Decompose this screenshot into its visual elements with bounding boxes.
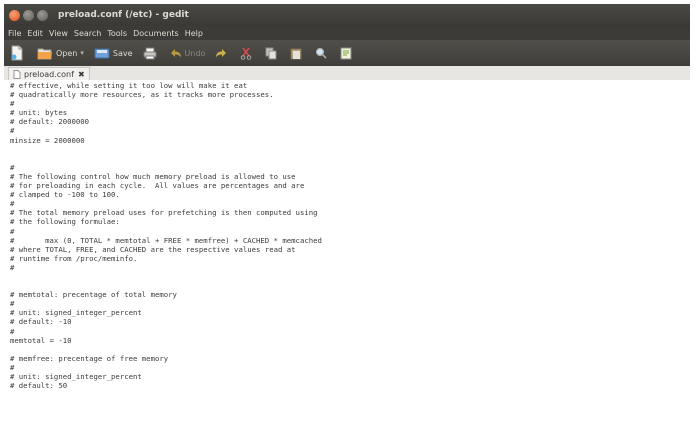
editor-line[interactable]: # memtotal: precentage of total memory: [10, 290, 690, 299]
paste-icon: [290, 48, 302, 59]
editor-line[interactable]: #: [10, 199, 690, 208]
editor-line[interactable]: [10, 154, 690, 163]
redo-button[interactable]: [215, 48, 230, 59]
editor-line[interactable]: minsize = 2000000: [10, 136, 690, 145]
undo-button[interactable]: Undo: [170, 48, 206, 59]
editor-line[interactable]: # unit: signed_integer_percent: [10, 308, 690, 317]
editor-line[interactable]: #: [10, 299, 690, 308]
undo-label: Undo: [184, 48, 206, 58]
menu-file[interactable]: File: [8, 29, 21, 38]
save-label: Save: [112, 48, 133, 58]
editor-line[interactable]: # effective, while setting it too low wi…: [10, 81, 690, 90]
editor-line[interactable]: #: [10, 99, 690, 108]
editor-line[interactable]: #: [10, 263, 690, 272]
cut-button[interactable]: [240, 47, 255, 60]
editor-line[interactable]: memtotal = -10: [10, 336, 690, 345]
copy-button[interactable]: [265, 47, 280, 60]
editor-line[interactable]: # unit: bytes: [10, 108, 690, 117]
editor-line[interactable]: # memfree: precentage of free memory: [10, 354, 690, 363]
search-icon: [316, 47, 328, 59]
open-dropdown-icon[interactable]: ▾: [80, 49, 84, 57]
editor-line[interactable]: #: [10, 163, 690, 172]
document-icon: [13, 69, 21, 79]
tab-preload-conf[interactable]: preload.conf ✖: [8, 67, 90, 80]
menu-search[interactable]: Search: [74, 29, 101, 38]
paste-button[interactable]: [290, 47, 305, 60]
close-tab-icon[interactable]: ✖: [78, 70, 85, 79]
editor-line[interactable]: #: [10, 363, 690, 372]
undo-icon: [170, 48, 181, 57]
text-editor-area[interactable]: # effective, while setting it too low wi…: [4, 80, 690, 436]
editor-line[interactable]: # where TOTAL, FREE, and CACHED are the …: [10, 245, 690, 254]
print-button[interactable]: [143, 47, 160, 60]
replace-button[interactable]: [340, 47, 356, 60]
cut-icon: [241, 47, 252, 60]
save-button[interactable]: Save: [94, 47, 133, 59]
menu-help[interactable]: Help: [185, 29, 203, 38]
editor-line[interactable]: # the following formulae:: [10, 217, 690, 226]
editor-line[interactable]: # default: -10: [10, 317, 690, 326]
menu-bar: File Edit View Search Tools Documents He…: [4, 26, 690, 40]
window-title: preload.conf (/etc) - gedit: [58, 10, 189, 20]
gedit-window: preload.conf (/etc) - gedit File Edit Vi…: [4, 4, 690, 436]
copy-icon: [265, 47, 277, 59]
redo-icon: [216, 48, 227, 57]
editor-line[interactable]: # max (0, TOTAL * memtotal + FREE * memf…: [10, 236, 690, 245]
find-replace-icon: [340, 47, 352, 59]
editor-line[interactable]: # quadratically more resources, as it tr…: [10, 90, 690, 99]
document-tab-bar: preload.conf ✖: [4, 66, 690, 81]
maximize-window-icon[interactable]: [37, 9, 48, 21]
open-folder-icon: [37, 48, 52, 60]
editor-line[interactable]: # runtime from /proc/meminfo.: [10, 254, 690, 263]
new-document-icon: [11, 45, 23, 61]
menu-documents[interactable]: Documents: [133, 29, 179, 38]
menu-tools[interactable]: Tools: [107, 29, 127, 38]
editor-line[interactable]: [10, 281, 690, 290]
editor-line[interactable]: # default: 2000000: [10, 117, 690, 126]
save-icon: [94, 48, 110, 59]
editor-line[interactable]: #: [10, 327, 690, 336]
editor-line[interactable]: [10, 272, 690, 281]
close-window-icon[interactable]: [9, 9, 20, 21]
editor-line[interactable]: # default: 50: [10, 381, 690, 390]
editor-line[interactable]: #: [10, 126, 690, 135]
menu-edit[interactable]: Edit: [27, 29, 43, 38]
find-button[interactable]: [315, 47, 330, 59]
title-bar[interactable]: preload.conf (/etc) - gedit: [4, 4, 690, 26]
minimize-window-icon[interactable]: [23, 9, 34, 21]
tab-label: preload.conf: [24, 69, 74, 79]
toolbar: Open ▾ Save Undo: [4, 40, 690, 66]
new-document-button[interactable]: [10, 45, 27, 61]
editor-line[interactable]: #: [10, 227, 690, 236]
editor-line[interactable]: [10, 145, 690, 154]
editor-line[interactable]: # for preloading in each cycle. All valu…: [10, 181, 690, 190]
window-controls: [9, 9, 48, 21]
editor-line[interactable]: # clamped to -100 to 100.: [10, 190, 690, 199]
editor-line[interactable]: # The following control how much memory …: [10, 172, 690, 181]
editor-line[interactable]: # unit: signed_integer_percent: [10, 372, 690, 381]
print-icon: [143, 47, 157, 59]
editor-line[interactable]: [10, 345, 690, 354]
open-label: Open: [56, 48, 78, 58]
editor-line[interactable]: # The total memory preload uses for pref…: [10, 208, 690, 217]
open-button[interactable]: Open ▾: [37, 46, 84, 60]
menu-view[interactable]: View: [49, 29, 68, 38]
